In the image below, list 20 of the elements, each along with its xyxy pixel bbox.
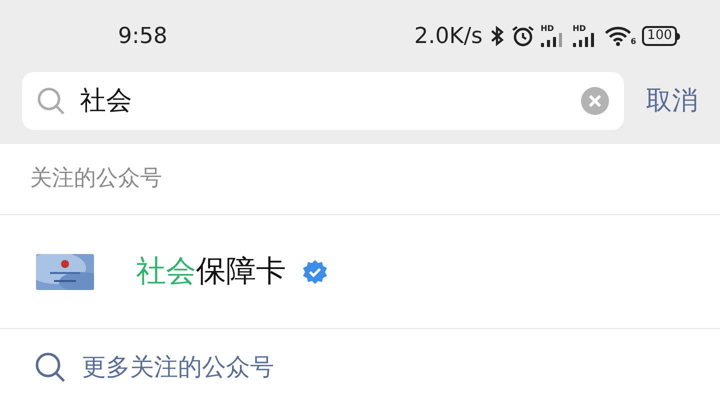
wifi-label: 6 xyxy=(630,38,636,46)
battery-level: 100 xyxy=(642,26,677,46)
section-title: 关注的公众号 xyxy=(30,165,162,194)
hd-label: HD xyxy=(540,25,554,33)
hd-label: HD xyxy=(572,25,586,33)
more-accounts-label: 更多关注的公众号 xyxy=(82,352,274,383)
search-icon xyxy=(34,350,66,383)
clear-icon[interactable] xyxy=(580,86,610,116)
search-field[interactable]: 社会 xyxy=(22,72,624,130)
more-accounts-link[interactable]: 更多关注的公众号 xyxy=(0,329,720,404)
account-name: 社会保障卡 xyxy=(136,253,286,292)
account-item[interactable]: 社会保障卡 xyxy=(0,214,720,330)
clock-time: 9:58 xyxy=(118,22,168,50)
alarm-icon xyxy=(510,24,535,48)
search-text: 社会 xyxy=(80,84,133,118)
network-speed: 2.0K/s xyxy=(414,22,483,50)
search-icon xyxy=(36,86,66,116)
bluetooth-icon xyxy=(488,25,505,47)
wifi-icon xyxy=(604,26,631,46)
cancel-button[interactable]: 取消 xyxy=(646,82,698,120)
